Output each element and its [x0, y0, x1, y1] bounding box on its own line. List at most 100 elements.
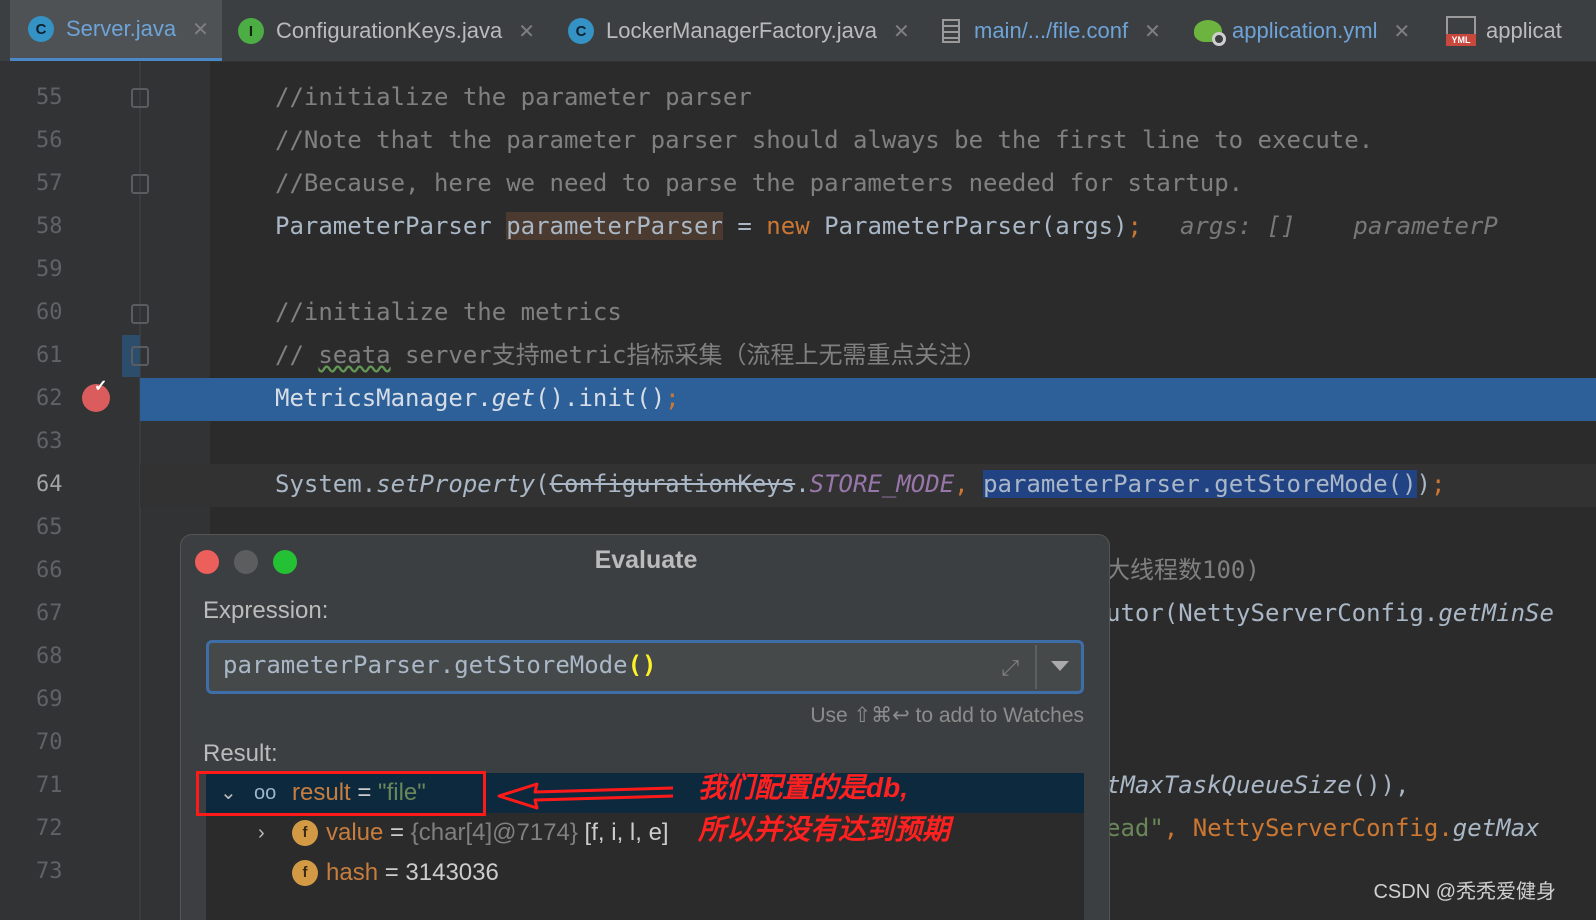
code-line-57: //Because, here we need to parse the par… — [275, 169, 1244, 197]
code-token: ( — [535, 470, 550, 498]
chevron-right-icon[interactable]: › — [258, 813, 265, 853]
field-value: 3143036 — [405, 859, 499, 886]
line-number: 56 — [36, 128, 63, 153]
code-line-61: // seata server支持metric指标采集（流程上无需重点关注） — [275, 334, 986, 377]
line-number: 69 — [36, 687, 63, 712]
line-number: 66 — [36, 558, 63, 583]
fold-marker-icon[interactable] — [131, 346, 149, 366]
code-token: ) — [1416, 470, 1431, 498]
code-token-deprecated: ConfigurationKeys — [549, 470, 796, 498]
field-name: hash — [326, 859, 379, 886]
code-token-method: getMinSe — [1438, 599, 1554, 627]
close-icon[interactable]: ✕ — [1394, 19, 1411, 44]
tab-server-java[interactable]: C Server.java ✕ — [10, 0, 222, 61]
line-number: 57 — [36, 171, 63, 196]
code-token-method: setProperty — [376, 470, 536, 498]
line-number: 55 — [36, 85, 63, 110]
expression-label: Expression: — [203, 597, 329, 624]
watermark: CSDN @秃秃爱健身 — [1373, 881, 1556, 903]
tab-application-yml-2[interactable]: YML applicat — [1446, 0, 1562, 61]
code-token: ; — [1127, 212, 1142, 240]
field-icon: f — [292, 860, 318, 886]
tab-configuration-keys[interactable]: I ConfigurationKeys.java ✕ — [238, 0, 535, 61]
tab-label: applicat — [1486, 18, 1562, 43]
field-text: value = {char[4]@7174} [f, i, l, e] — [326, 813, 669, 853]
field-value: [f, i, l, e] — [577, 819, 669, 846]
expand-icon[interactable]: ⤢ — [1001, 655, 1019, 681]
line-number: 63 — [36, 429, 63, 454]
line-number: 58 — [36, 214, 63, 239]
annotation-text-2: 所以并没有达到预期 — [698, 814, 951, 845]
line-number: 60 — [36, 300, 63, 325]
tab-locker-manager-factory[interactable]: C LockerManagerFactory.java ✕ — [568, 0, 910, 61]
fold-marker-icon[interactable] — [131, 88, 149, 108]
code-line-72-tail: ead", NettyServerConfig.getMax — [1106, 807, 1539, 850]
breakpoint-icon[interactable] — [82, 376, 110, 412]
line-number: 72 — [36, 816, 63, 841]
code-line-55: //initialize the parameter parser — [275, 83, 752, 111]
object-ref: {char[4]@7174} — [410, 819, 578, 846]
tab-application-yml[interactable]: application.yml ✕ — [1194, 0, 1411, 61]
code-token-method: getMax — [1452, 814, 1540, 842]
code-token: . — [795, 470, 810, 498]
fold-marker-icon[interactable] — [131, 174, 149, 194]
dialog-title: Evaluate — [594, 546, 698, 574]
code-token: ; — [665, 384, 680, 412]
line-number: 73 — [36, 859, 63, 884]
close-icon[interactable]: ✕ — [893, 19, 910, 44]
code-token-keyword: new — [766, 212, 810, 240]
code-token-string: ead" — [1106, 814, 1164, 842]
expression-input[interactable]: parameterParser.getStoreMode() ⤢ — [206, 640, 1084, 694]
close-icon[interactable]: ✕ — [192, 17, 209, 42]
code-token: = — [722, 212, 767, 240]
code-line-64: System.setProperty(ConfigurationKeys.STO… — [275, 463, 1445, 506]
code-line-56: //Note that the parameter parser should … — [275, 126, 1374, 154]
annotation-box — [196, 771, 486, 816]
code-line-58: ParameterParser parameterParser = new Pa… — [275, 205, 1498, 248]
line-number: 70 — [36, 730, 63, 755]
editor-tab-bar: C Server.java ✕ I ConfigurationKeys.java… — [0, 0, 1596, 62]
annotation-arrow-icon — [497, 782, 674, 810]
close-icon[interactable]: ✕ — [1144, 19, 1161, 44]
close-icon[interactable]: ✕ — [518, 19, 535, 44]
code-token: 大线程数100) — [1106, 556, 1260, 584]
interface-icon: I — [238, 18, 264, 44]
code-selection: parameterParser.getStoreMode() — [983, 470, 1417, 498]
yml-file-icon: YML — [1446, 16, 1476, 46]
code-line-71-tail: tMaxTaskQueueSize()), — [1106, 764, 1409, 807]
text-file-icon — [942, 19, 960, 43]
tab-file-conf[interactable]: main/.../file.conf ✕ — [942, 0, 1161, 61]
line-number: 68 — [36, 644, 63, 669]
tab-label: main/.../file.conf — [974, 18, 1129, 43]
code-token-method: get — [491, 384, 536, 412]
field-icon: f — [292, 820, 318, 846]
field-row-value[interactable]: › f value = {char[4]@7174} [f, i, l, e] — [206, 813, 1084, 853]
field-name: value — [326, 819, 384, 846]
class-icon: C — [568, 18, 594, 44]
code-token: ParameterParser(args) — [809, 212, 1128, 240]
line-number: 67 — [36, 601, 63, 626]
code-line-60: //initialize the metrics — [275, 298, 622, 326]
dropdown-separator — [1035, 645, 1037, 689]
fold-marker-icon[interactable] — [131, 304, 149, 324]
code-token-typo: seata — [318, 341, 391, 369]
tab-label: application.yml — [1232, 18, 1378, 43]
equals-sign: = — [378, 859, 406, 886]
class-icon: C — [28, 16, 54, 42]
chevron-down-icon[interactable] — [1051, 661, 1069, 671]
tab-label: LockerManagerFactory.java — [606, 18, 878, 43]
tab-label: Server.java — [66, 16, 177, 41]
code-token: server支持metric指标采集（流程上无需重点关注） — [390, 341, 987, 369]
evaluate-dialog: Evaluate Expression: parameterParser.get… — [180, 534, 1110, 920]
code-token: utor(NettyServerConfig. — [1106, 599, 1439, 627]
expression-text: parameterParser.getStoreMode() — [223, 651, 656, 679]
code-token: System. — [275, 470, 377, 498]
line-number: 61 — [36, 343, 63, 368]
expression-value: parameterParser.getStoreMode — [223, 651, 628, 679]
tab-label: ConfigurationKeys.java — [276, 18, 503, 43]
code-token: ; — [1431, 470, 1446, 498]
field-row-hash[interactable]: f hash = 3143036 — [206, 853, 1084, 893]
code-token-variable: parameterParser — [506, 212, 723, 240]
code-token: ().init() — [535, 384, 666, 412]
code-line-66-tail: 大线程数100) — [1106, 549, 1260, 592]
